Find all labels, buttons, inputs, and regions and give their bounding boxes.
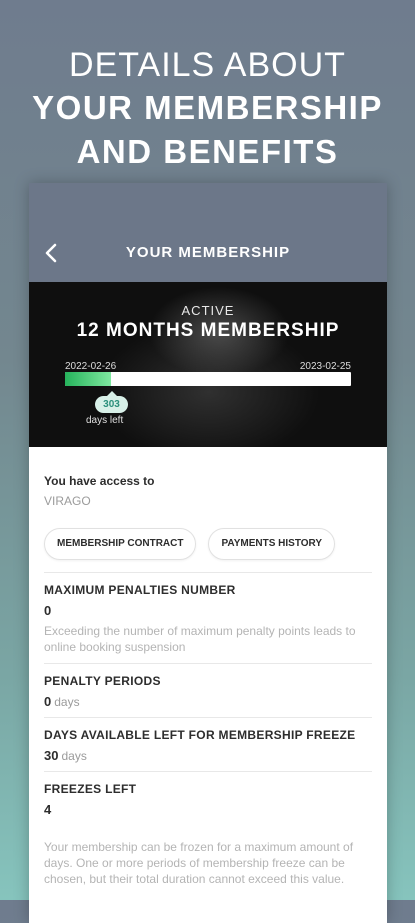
- membership-details: You have access to VIRAGO MEMBERSHIP CON…: [29, 474, 387, 895]
- promo-line-1: DETAILS ABOUT: [69, 46, 346, 84]
- days-left-badge: 303: [95, 391, 128, 413]
- penalty-periods-section: PENALTY PERIODS 0 days: [44, 663, 372, 717]
- app-bar: YOUR MEMBERSHIP: [29, 183, 387, 282]
- membership-hero: ACTIVE 12 MONTHS MEMBERSHIP 2022-02-26 2…: [29, 282, 387, 447]
- start-date: 2022-02-26: [65, 361, 117, 372]
- freeze-days-value: 30 days: [44, 748, 372, 763]
- promo-line-2: YOUR MEMBERSHIP: [32, 89, 383, 126]
- days-left-label: days left: [86, 415, 124, 426]
- end-date: 2023-02-25: [299, 361, 351, 372]
- freezes-left-value: 4: [44, 802, 52, 817]
- freeze-days-label: DAYS AVAILABLE LEFT FOR MEMBERSHIP FREEZ…: [44, 728, 356, 742]
- penalty-periods-value: 0 days: [44, 694, 372, 709]
- freezes-left-section: FREEZES LEFT 4 Your membership can be fr…: [44, 771, 372, 895]
- membership-contract-button[interactable]: MEMBERSHIP CONTRACT: [44, 528, 197, 560]
- promo-line-3: AND BENEFITS: [76, 133, 339, 170]
- payments-history-button[interactable]: PAYMENTS HISTORY: [208, 528, 336, 560]
- freezes-left-label: FREEZES LEFT: [44, 782, 137, 796]
- promo-headline: DETAILS ABOUT YOUR MEMBERSHIP AND BENEFI…: [0, 44, 415, 174]
- membership-plan: 12 MONTHS MEMBERSHIP: [76, 320, 340, 341]
- access-value: VIRAGO: [44, 494, 91, 508]
- action-buttons: MEMBERSHIP CONTRACT PAYMENTS HISTORY: [44, 528, 372, 560]
- penalty-periods-unit: days: [54, 695, 80, 709]
- freeze-note: Your membership can be frozen for a maxi…: [44, 840, 354, 886]
- penalty-periods-number: 0: [44, 694, 52, 709]
- max-penalties-number: 0: [44, 603, 52, 618]
- max-penalties-section: MAXIMUM PENALTIES NUMBER 0 Exceeding the…: [44, 572, 372, 663]
- phone-screen: YOUR MEMBERSHIP ACTIVE 12 MONTHS MEMBERS…: [29, 183, 387, 923]
- freeze-days-unit: days: [61, 749, 87, 763]
- freeze-days-section: DAYS AVAILABLE LEFT FOR MEMBERSHIP FREEZ…: [44, 717, 372, 771]
- access-title: You have access to: [44, 474, 155, 488]
- membership-status: ACTIVE: [181, 303, 235, 318]
- max-penalties-label: MAXIMUM PENALTIES NUMBER: [44, 583, 236, 597]
- max-penalties-value: 0: [44, 603, 372, 618]
- membership-progress-bar: [65, 372, 351, 386]
- max-penalties-note: Exceeding the number of maximum penalty …: [44, 624, 356, 654]
- page-title: YOUR MEMBERSHIP: [125, 244, 291, 261]
- membership-progress-fill: [65, 372, 111, 386]
- freeze-days-number: 30: [44, 748, 59, 763]
- penalty-periods-label: PENALTY PERIODS: [44, 674, 161, 688]
